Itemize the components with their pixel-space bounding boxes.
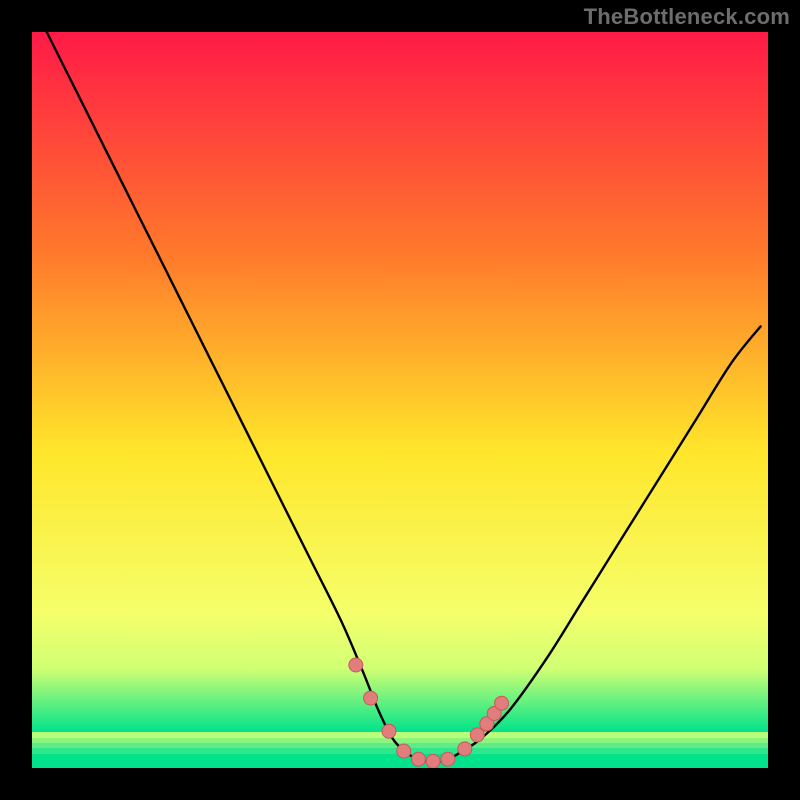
curve-marker xyxy=(441,752,455,766)
curve-marker xyxy=(426,754,440,768)
curve-marker xyxy=(458,742,472,756)
gradient-background xyxy=(32,32,768,732)
chart-svg xyxy=(32,32,768,768)
curve-marker xyxy=(349,658,363,672)
curve-marker xyxy=(397,744,411,758)
curve-marker xyxy=(495,696,509,710)
watermark-label: TheBottleneck.com xyxy=(584,4,790,30)
curve-marker xyxy=(411,752,425,766)
curve-marker xyxy=(470,728,484,742)
plot-area xyxy=(32,32,768,768)
curve-marker xyxy=(382,724,396,738)
curve-marker xyxy=(364,691,378,705)
chart-frame: TheBottleneck.com xyxy=(0,0,800,800)
